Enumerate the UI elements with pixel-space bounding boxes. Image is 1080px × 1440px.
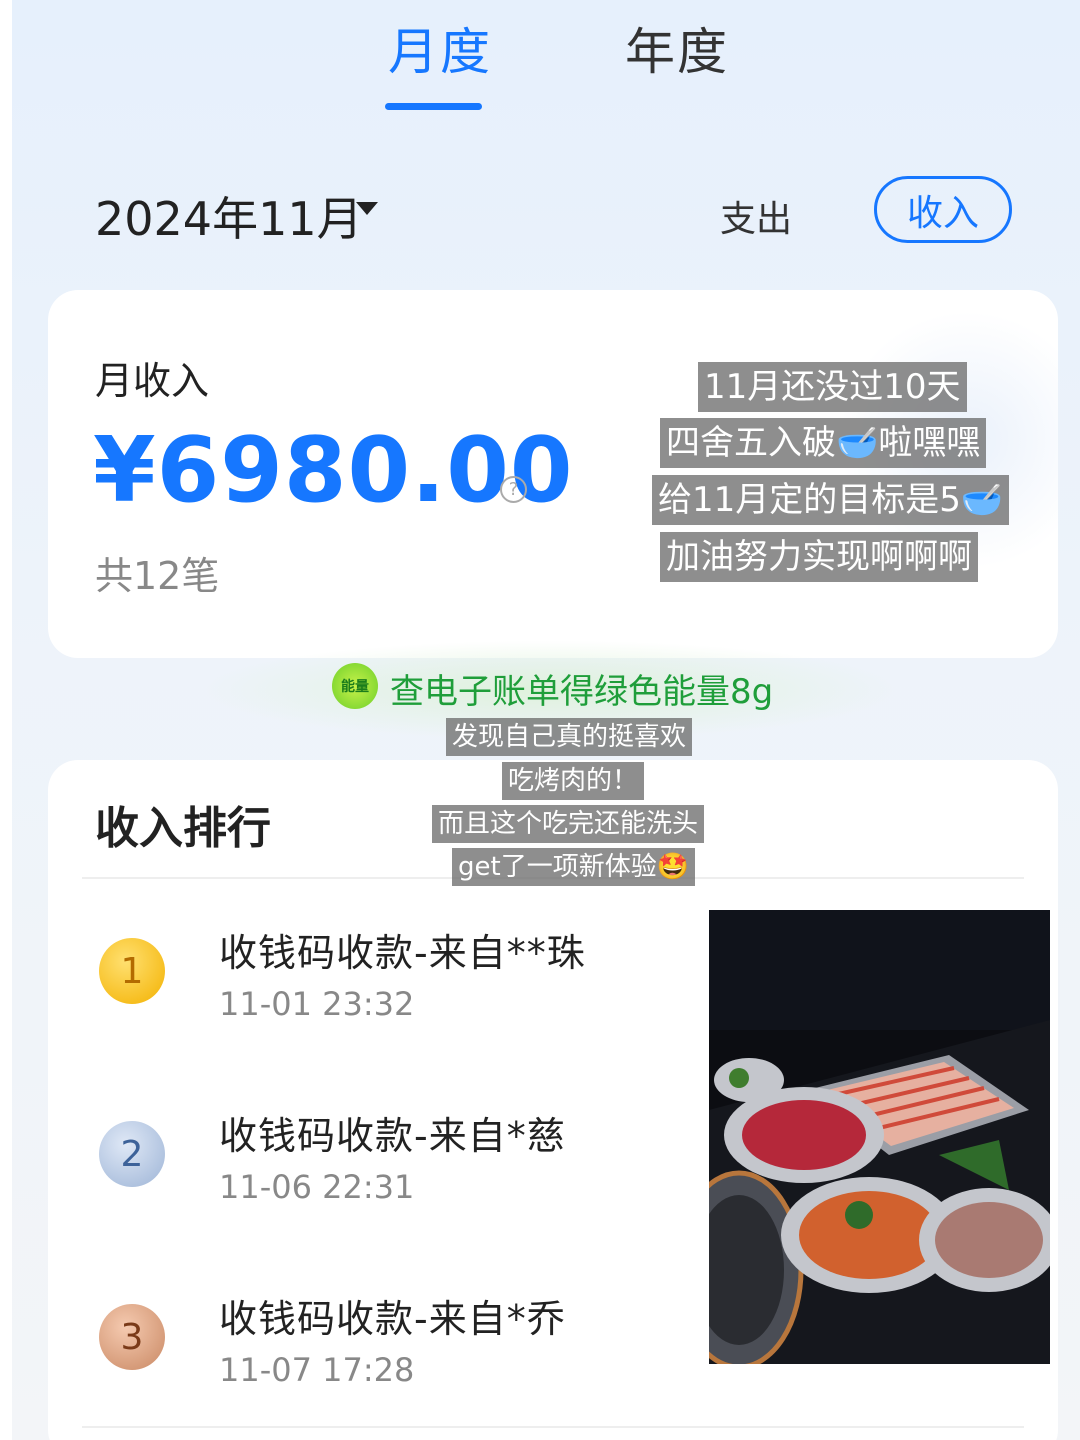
ranking-item-time: 11-07 17:28 (219, 1351, 415, 1389)
overlay-caption: 给11月定的目标是5🥣 (652, 475, 1010, 525)
ranking-item-name[interactable]: 收钱码收款-来自**珠 (219, 922, 586, 977)
bbq-photo-icon (709, 910, 1050, 1364)
overlay-caption: get了一项新体验🤩 (452, 848, 696, 886)
income-toggle[interactable]: 收入 (874, 176, 1012, 243)
help-icon[interactable]: ? (500, 476, 527, 503)
energy-icon[interactable]: 能量 (332, 663, 378, 709)
energy-banner[interactable]: 查电子账单得绿色能量8g (390, 664, 773, 713)
transaction-count: 共12笔 (95, 554, 220, 598)
overlay-caption: 11月还没过10天 (698, 362, 967, 412)
ranking-item-time: 11-01 23:32 (219, 985, 415, 1023)
monthly-income-amount: ¥6980.00 (93, 418, 574, 523)
divider (82, 1426, 1024, 1428)
period-tabs: 月度 年度 (0, 0, 1080, 120)
overlay-caption: 加油努力实现啊啊啊 (660, 532, 978, 582)
rank-badge-2: 2 (99, 1121, 165, 1187)
caret-down-icon[interactable] (356, 202, 378, 215)
tab-monthly[interactable]: 月度 (388, 12, 492, 84)
tab-yearly[interactable]: 年度 (625, 12, 729, 84)
month-picker[interactable]: 2024年11月 (95, 183, 363, 249)
overlay-caption: 而且这个吃完还能洗头 (432, 805, 705, 843)
overlay-caption: 四舍五入破🥣啦嘿嘿 (660, 418, 987, 468)
ranking-title: 收入排行 (95, 803, 271, 854)
ranking-item-name[interactable]: 收钱码收款-来自*慈 (219, 1105, 566, 1160)
bbq-photo (709, 910, 1050, 1364)
overlay-caption: 发现自己真的挺喜欢 (446, 718, 693, 756)
ranking-item-time: 11-06 22:31 (219, 1168, 415, 1206)
tab-active-indicator (385, 103, 482, 110)
rank-badge-3: 3 (99, 1304, 165, 1370)
overlay-caption: 吃烤肉的！ (502, 762, 645, 800)
expense-toggle[interactable]: 支出 (720, 190, 792, 242)
ranking-item-name[interactable]: 收钱码收款-来自*乔 (219, 1288, 566, 1343)
rank-badge-1: 1 (99, 938, 165, 1004)
monthly-income-label: 月收入 (95, 359, 210, 403)
summary-card: 月收入 ¥6980.00 ? 共12笔 (48, 290, 1058, 658)
